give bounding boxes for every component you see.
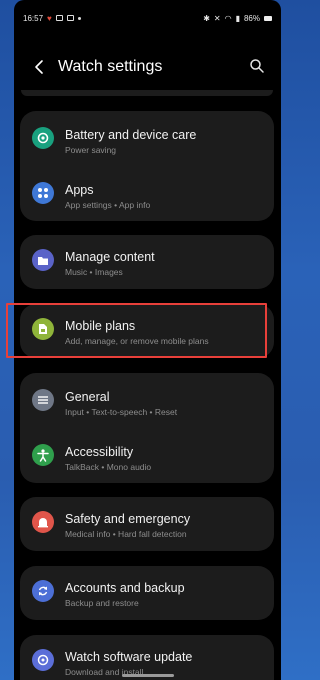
item-title: Accounts and backup (65, 581, 185, 595)
settings-item-battery[interactable]: Battery and device care Power saving (20, 115, 274, 165)
heart-icon: ♥ (47, 13, 52, 23)
back-arrow-icon[interactable] (32, 58, 46, 76)
battery-care-icon (32, 127, 54, 149)
folder-icon (32, 249, 54, 271)
update-icon (32, 649, 54, 671)
sync-icon (32, 580, 54, 602)
previous-card-edge (21, 90, 273, 96)
sliders-icon (32, 389, 54, 411)
status-time: 16:57 (23, 13, 44, 23)
item-subtitle: Input • Text-to-speech • Reset (65, 407, 178, 417)
item-title: Watch software update (65, 650, 193, 664)
status-bar: 16:57 ♥ ✱ ✕ ◠ ▮ 86% (14, 0, 281, 36)
item-subtitle: TalkBack • Mono audio (65, 462, 152, 472)
item-title: Manage content (65, 250, 155, 264)
settings-item-apps[interactable]: Apps App settings • App info (20, 170, 274, 220)
item-subtitle: Music • Images (65, 267, 123, 277)
settings-card-content: Manage content Music • Images (20, 235, 274, 289)
battery-percent: 86% (243, 13, 260, 23)
wifi-icon: ◠ (224, 13, 232, 23)
accessibility-icon (32, 444, 54, 466)
item-title: Battery and device care (65, 128, 197, 142)
item-title: Apps (65, 183, 94, 197)
message-notification-icon (66, 15, 74, 21)
mute-icon: ✕ (213, 13, 221, 23)
item-title: Safety and emergency (65, 512, 191, 526)
apps-grid-icon (32, 182, 54, 204)
item-title: General (65, 390, 110, 404)
settings-item-accounts[interactable]: Accounts and backup Backup and restore (20, 568, 274, 618)
settings-card-general: General Input • Text-to-speech • Reset A… (20, 373, 274, 483)
highlight-box (6, 303, 267, 358)
settings-card-accounts: Accounts and backup Backup and restore (20, 566, 274, 620)
item-subtitle: App settings • App info (65, 200, 151, 210)
item-title: Accessibility (65, 445, 134, 459)
battery-icon (264, 15, 272, 21)
header: Watch settings (14, 50, 281, 84)
settings-card-safety: Safety and emergency Medical info • Hard… (20, 497, 274, 551)
signal-icon: ▮ (235, 13, 240, 23)
settings-item-manage-content[interactable]: Manage content Music • Images (20, 237, 274, 287)
settings-item-general[interactable]: General Input • Text-to-speech • Reset (20, 377, 274, 427)
settings-card-device: Battery and device care Power saving App… (20, 111, 274, 221)
page-title: Watch settings (58, 58, 163, 75)
gallery-notification-icon (55, 15, 63, 21)
bluetooth-icon: ✱ (203, 13, 210, 23)
item-subtitle: Medical info • Hard fall detection (65, 529, 187, 539)
more-notifications-icon (77, 16, 81, 20)
search-icon[interactable] (249, 58, 265, 74)
settings-item-accessibility[interactable]: Accessibility TalkBack • Mono audio (20, 432, 274, 482)
settings-item-safety[interactable]: Safety and emergency Medical info • Hard… (20, 499, 274, 549)
home-indicator[interactable] (121, 674, 174, 677)
emergency-icon (32, 511, 54, 533)
item-subtitle: Backup and restore (65, 598, 139, 608)
item-subtitle: Power saving (65, 145, 117, 155)
